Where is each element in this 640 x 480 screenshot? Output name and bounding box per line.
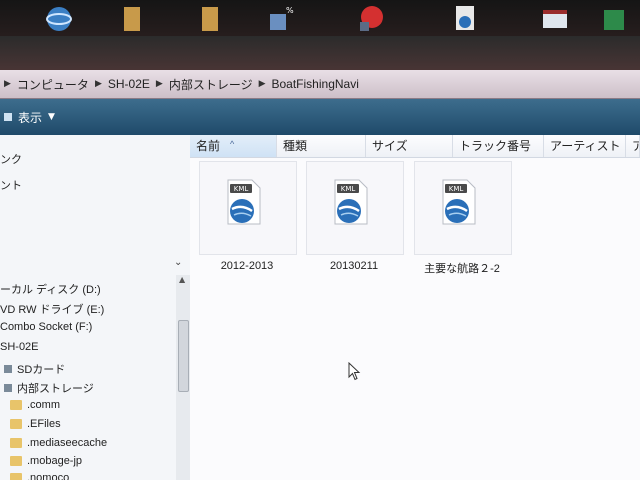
file-name[interactable]: 主要な航路２-2 [407,260,517,276]
column-track-number[interactable]: トラック番号 [453,135,544,157]
breadcrumb-computer[interactable]: コンピュータ [17,76,89,93]
breadcrumb-storage[interactable]: 内部ストレージ [169,76,253,93]
view-icon [4,113,12,121]
column-name[interactable]: 名前 ^ [190,135,277,157]
file-name[interactable]: 20130211 [299,260,409,272]
address-bar[interactable]: ▶ コンピュータ ▶ SH-02E ▶ 内部ストレージ ▶ BoatFishin… [0,70,640,99]
column-size[interactable]: サイズ [366,135,453,157]
file-item[interactable]: KML [306,161,404,255]
nav-item-folder[interactable]: .nomoco [10,472,69,480]
view-label: 表示 [18,110,43,125]
google-earth-kml-icon: KML [227,179,261,225]
breadcrumb-arrow-icon[interactable]: ▶ [95,79,102,89]
nav-item-folder[interactable]: .EFiles [10,418,61,430]
taskbar-strip [0,36,640,72]
red-app-shortcut-icon[interactable] [356,4,386,34]
nav-item-folder[interactable]: .comm [10,399,60,411]
google-earth-kml-icon: KML [334,179,368,225]
nav-item-sdcard[interactable]: SDカード [4,361,65,377]
nav-item-drive-d[interactable]: ーカル ディスク (D:) [0,281,101,297]
nav-scroll-thumb[interactable] [178,320,189,392]
mouse-cursor-icon [348,362,361,381]
google-earth-kml-icon: KML [442,179,476,225]
window-shortcut-icon[interactable] [540,4,570,34]
drive-icon [4,384,12,392]
sort-ascending-icon: ^ [230,139,235,149]
nav-item-recent[interactable]: ント [0,177,22,193]
nav-item-internal-storage[interactable]: 内部ストレージ [4,380,94,396]
nav-item-links[interactable]: ンク [0,151,22,167]
column-type[interactable]: 種類 [277,135,366,157]
folder-icon [10,419,22,429]
file-item[interactable]: KML [199,161,297,255]
view-menu-button[interactable]: 表示 ▼ [4,109,55,126]
folder-icon [10,473,22,480]
breadcrumb-arrow-icon[interactable]: ▶ [259,79,266,89]
folder-shortcut-icon[interactable] [118,4,148,34]
desktop-taskbar: % [0,0,640,72]
folder-icon [10,400,22,410]
folder-shortcut-icon-2[interactable] [196,4,226,34]
folder-icon [10,438,22,448]
nav-item-folder[interactable]: .mediaseecache [10,437,107,449]
nav-scrollbar[interactable]: ▲ [176,275,190,480]
breadcrumb-arrow-icon[interactable]: ▶ [4,79,11,89]
drive-icon [4,365,12,373]
command-toolbar: 表示 ▼ [0,99,640,135]
column-artist[interactable]: アーティスト [544,135,626,157]
kml-badge: KML [341,185,356,193]
kml-shortcut-icon[interactable] [450,4,480,34]
column-album[interactable]: ア [626,135,640,157]
globe-shortcut-icon[interactable] [44,4,74,34]
kml-badge: KML [234,185,249,193]
app-shortcut-icon[interactable]: % [266,4,296,34]
file-name[interactable]: 2012-2013 [192,260,302,272]
breadcrumb-arrow-icon[interactable]: ▶ [156,79,163,89]
nav-item-drive-e[interactable]: VD RW ドライブ (E:) [0,301,104,317]
nav-item-folder[interactable]: .mobage-jp [10,455,82,467]
breadcrumb-device[interactable]: SH-02E [108,77,150,91]
nav-item-device[interactable]: SH-02E [0,341,39,353]
scroll-up-arrow-icon[interactable]: ▲ [179,275,185,284]
nav-item-drive-f[interactable]: Combo Socket (F:) [0,321,92,333]
file-item[interactable]: KML [414,161,512,255]
svg-text:%: % [286,6,294,15]
column-header: 名前 ^ 種類 サイズ トラック番号 アーティスト ア [190,135,640,158]
file-list-pane: 名前 ^ 種類 サイズ トラック番号 アーティスト ア KML 2012-201… [190,135,640,480]
navigation-pane: ンク ント ⌄ ーカル ディスク (D:) VD RW ドライブ (E:) Co… [0,135,190,480]
chevron-down-icon[interactable]: ⌄ [174,257,182,268]
app-shortcut-icon-2[interactable] [600,4,630,34]
kml-badge: KML [449,185,464,193]
folder-icon [10,456,22,466]
chevron-down-icon: ▼ [48,112,55,122]
breadcrumb-folder[interactable]: BoatFishingNavi [272,77,359,91]
